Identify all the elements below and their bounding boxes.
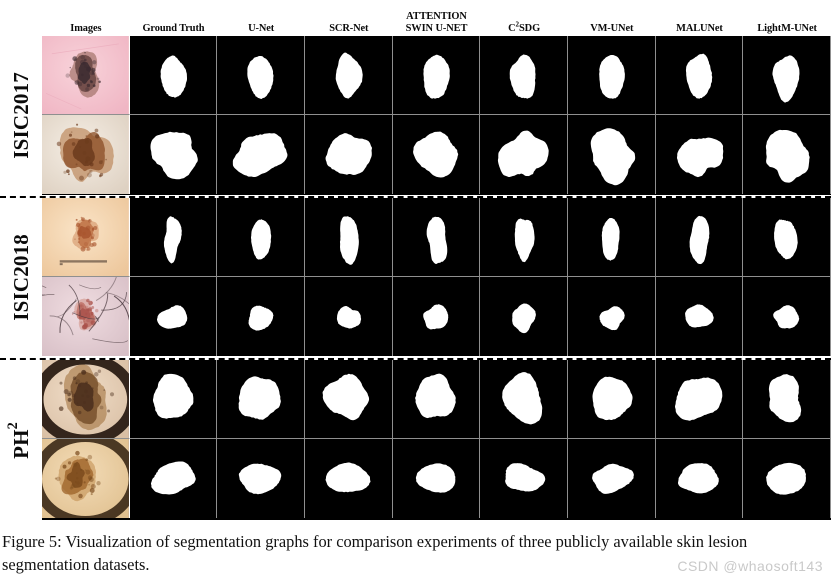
mask-vm-unet-isic2018-0 [567, 198, 656, 277]
mask-c2sdg-ph2-1 [480, 439, 568, 518]
sample-row [42, 439, 831, 518]
column-header-u-net: U-Net [217, 0, 305, 36]
column-header-scr-net: SCR-Net [305, 0, 393, 36]
mask-scr-net-isic2018-1 [304, 277, 393, 356]
column-header-row: Images Ground Truth U-Net SCR-Net ATTENTION S… [42, 0, 831, 36]
input-image-isic2018-1 [42, 277, 130, 356]
mask-ground-truth-ph2-0 [129, 360, 218, 439]
sample-row [42, 198, 831, 277]
row-label-isic2018: ISIC2018 [0, 198, 42, 356]
dataset-block-ph2 [42, 360, 831, 520]
watermark-text: CSDN @whaosoft143 [677, 558, 823, 574]
caption-label: Figure 5: [2, 532, 62, 551]
sample-row [42, 115, 831, 194]
mask-scr-net-ph2-0 [304, 360, 393, 439]
mask-c2sdg-ph2-0 [480, 360, 568, 439]
sample-row [42, 36, 831, 115]
mask-attention-swin-unet-isic2017-1 [392, 115, 481, 194]
mask-malunet-isic2017-0 [655, 36, 744, 115]
mask-lightm-unet-isic2017-1 [743, 115, 831, 194]
input-image-ph2-0 [42, 360, 130, 439]
column-header-attention-swin-unet: ATTENTION SWIN U-NET [393, 0, 481, 36]
column-header-ground-truth: Ground Truth [130, 0, 218, 36]
mask-lightm-unet-ph2-1 [743, 439, 831, 518]
column-header-c2sdg: C2SDG [480, 0, 568, 36]
input-image-isic2018-0 [42, 198, 130, 277]
column-header-line1: Ground Truth [142, 22, 205, 34]
mask-attention-swin-unet-ph2-1 [392, 439, 481, 518]
figure-page: Images Ground Truth U-Net SCR-Net ATTENTION S… [0, 0, 831, 586]
mask-attention-swin-unet-isic2018-1 [392, 277, 481, 356]
mask-malunet-ph2-0 [655, 360, 744, 439]
sample-row [42, 277, 831, 356]
column-header-line1: U-Net [248, 22, 275, 34]
column-header-malunet: MALUNet [656, 0, 744, 36]
mask-ground-truth-isic2017-0 [129, 36, 218, 115]
dataset-block-isic2017 [42, 36, 831, 195]
mask-c2sdg-isic2017-1 [480, 115, 568, 194]
input-image-ph2-1 [42, 439, 130, 518]
mask-attention-swin-unet-ph2-0 [392, 360, 481, 439]
mask-ground-truth-isic2018-1 [129, 277, 218, 356]
mask-vm-unet-isic2017-1 [567, 115, 656, 194]
mask-c2sdg-isic2018-1 [480, 277, 568, 356]
column-header-line1: VM-UNet [590, 22, 634, 34]
row-label-isic2017: ISIC2017 [0, 36, 42, 195]
mask-vm-unet-ph2-0 [567, 360, 656, 439]
column-header-line1: C2SDG [508, 20, 541, 34]
row-label-ph2: PH2 [0, 360, 42, 520]
mask-c2sdg-isic2018-0 [480, 198, 568, 277]
mask-u-net-isic2018-0 [217, 198, 305, 277]
dataset-block-isic2018 [42, 198, 831, 356]
column-header-line1: MALUNet [676, 22, 723, 34]
mask-lightm-unet-isic2018-1 [743, 277, 831, 356]
mask-ground-truth-isic2017-1 [129, 115, 218, 194]
row-label-text: ISIC2017 [8, 72, 33, 159]
row-label-text: ISIC2018 [8, 233, 33, 321]
input-image-isic2017-1 [42, 115, 130, 194]
mask-scr-net-ph2-1 [304, 439, 393, 518]
mask-ground-truth-isic2018-0 [129, 198, 218, 277]
mask-lightm-unet-isic2017-0 [743, 36, 831, 115]
mask-attention-swin-unet-isic2017-0 [392, 36, 481, 115]
mask-lightm-unet-ph2-0 [743, 360, 831, 439]
column-header-line1: ATTENTION [406, 11, 467, 22]
mask-scr-net-isic2017-0 [304, 36, 393, 115]
mask-u-net-isic2017-0 [217, 36, 305, 115]
mask-u-net-ph2-0 [217, 360, 305, 439]
mask-u-net-isic2018-1 [217, 277, 305, 356]
mask-scr-net-isic2017-1 [304, 115, 393, 194]
column-header-lightm-unet: LightM-UNet [743, 0, 831, 36]
column-header-line2: SWIN U-NET [405, 22, 468, 34]
column-header-vm-unet: VM-UNet [568, 0, 656, 36]
mask-vm-unet-ph2-1 [567, 439, 656, 518]
column-header-line1: SCR-Net [329, 22, 369, 34]
mask-malunet-isic2018-1 [655, 277, 744, 356]
mask-malunet-isic2017-1 [655, 115, 744, 194]
mask-scr-net-isic2018-0 [304, 198, 393, 277]
mask-ground-truth-ph2-1 [129, 439, 218, 518]
sample-row [42, 360, 831, 439]
mask-lightm-unet-isic2018-0 [743, 198, 831, 277]
caption-text: Visualization of segmentation graphs for… [2, 532, 748, 574]
input-image-isic2017-0 [42, 36, 130, 115]
mask-malunet-ph2-1 [655, 439, 744, 518]
row-label-text: PH2 [4, 421, 33, 459]
mask-malunet-isic2018-0 [655, 198, 744, 277]
column-header-line1: Images [70, 22, 102, 34]
mask-attention-swin-unet-isic2018-0 [392, 198, 481, 277]
mask-vm-unet-isic2018-1 [567, 277, 656, 356]
mask-vm-unet-isic2017-0 [567, 36, 656, 115]
mask-u-net-ph2-1 [217, 439, 305, 518]
mask-c2sdg-isic2017-0 [480, 36, 568, 115]
mask-u-net-isic2017-1 [217, 115, 305, 194]
column-header-images: Images [42, 0, 130, 36]
column-header-line1: LightM-UNet [757, 22, 817, 34]
